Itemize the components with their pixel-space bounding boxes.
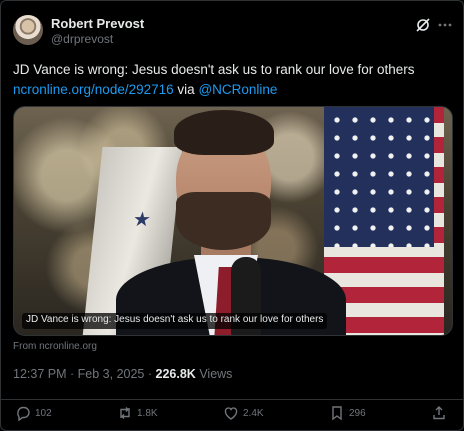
link-card-caption: JD Vance is wrong: Jesus doesn't ask us … bbox=[22, 313, 328, 329]
speaker-figure bbox=[96, 107, 346, 335]
beard bbox=[176, 192, 271, 250]
heart-icon bbox=[224, 407, 238, 420]
link-source[interactable]: From ncronline.org bbox=[13, 341, 97, 352]
like-button[interactable]: 2.4K bbox=[223, 404, 264, 422]
reply-icon bbox=[17, 406, 30, 421]
article-link[interactable]: ncronline.org/node/292716 bbox=[13, 82, 174, 97]
tweet-meta: 12:37 PM · Feb 3, 2025 · 226.8K Views bbox=[13, 367, 232, 381]
mention-link[interactable]: @NCRonline bbox=[198, 82, 277, 97]
more-icon[interactable] bbox=[437, 17, 453, 33]
grok-icon[interactable] bbox=[415, 17, 431, 33]
share-icon bbox=[433, 406, 445, 420]
share-button[interactable] bbox=[431, 404, 447, 422]
views-label: Views bbox=[199, 367, 233, 381]
bookmark-button[interactable]: 296 bbox=[329, 404, 366, 422]
tweet-header: Robert Prevost @drprevost bbox=[13, 15, 453, 49]
author-name[interactable]: Robert Prevost bbox=[51, 16, 144, 31]
avatar[interactable] bbox=[13, 15, 43, 45]
repost-button[interactable]: 1.8K bbox=[117, 404, 158, 422]
link-card-image[interactable]: ★ JD Vance is wrong: Jesus doesn't ask u… bbox=[13, 106, 453, 336]
via-text: via bbox=[177, 82, 195, 97]
like-count: 2.4K bbox=[243, 407, 264, 419]
reply-button[interactable]: 102 bbox=[15, 404, 52, 422]
bookmark-icon bbox=[332, 406, 342, 421]
hair bbox=[174, 110, 274, 155]
post-date[interactable]: Feb 3, 2025 bbox=[78, 367, 145, 381]
post-time[interactable]: 12:37 PM bbox=[13, 367, 67, 381]
action-bar: 102 1.8K 2.4K 296 bbox=[1, 399, 464, 425]
tweet-body: JD Vance is wrong: Jesus doesn't ask us … bbox=[13, 62, 415, 77]
bookmark-count: 296 bbox=[349, 407, 366, 419]
reply-count: 102 bbox=[35, 407, 52, 419]
tweet-card: Robert Prevost @drprevost JD Vance is wr… bbox=[0, 0, 464, 431]
repost-count: 1.8K bbox=[137, 407, 158, 419]
tweet-link-line: ncronline.org/node/292716 via @NCRonline bbox=[13, 80, 453, 100]
views-count: 226.8K bbox=[155, 367, 196, 381]
repost-icon bbox=[120, 407, 130, 419]
tweet-text: JD Vance is wrong: Jesus doesn't ask us … bbox=[13, 60, 453, 100]
meta-separator-2: · bbox=[147, 367, 153, 381]
author-handle[interactable]: @drprevost bbox=[51, 32, 113, 46]
meta-separator: · bbox=[70, 367, 75, 381]
